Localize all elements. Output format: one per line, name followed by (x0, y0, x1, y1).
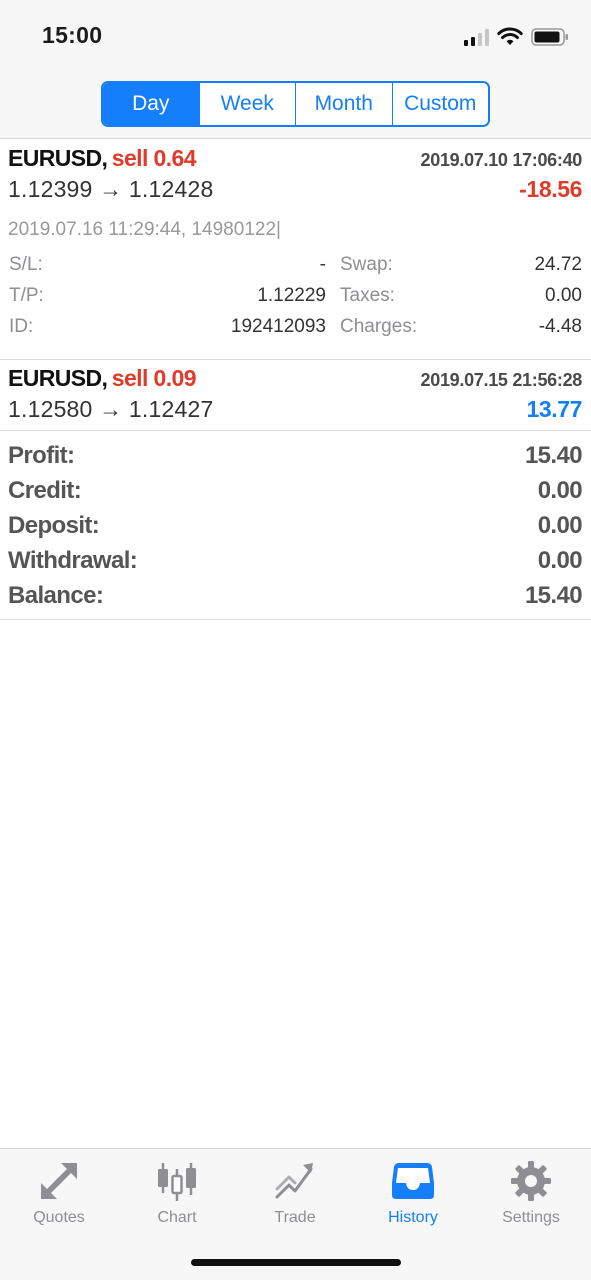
trade-close-row: 2019.07.16 11:29:44, 14980122| (8, 219, 582, 241)
summary-label: Withdrawal: (8, 547, 138, 574)
sl-label: S/L: (9, 254, 43, 275)
segment-custom[interactable]: Custom (391, 83, 489, 125)
trade-row[interactable]: EURUSD, sell 0.64 2019.07.10 17:06:40 1.… (0, 140, 591, 360)
charges-value: -4.48 (538, 316, 582, 337)
taxes-value: 0.00 (545, 285, 582, 306)
trade-side: sell 0.09 (111, 365, 197, 391)
sl-value: - (319, 254, 326, 275)
trade-profit: -18.56 (519, 176, 582, 202)
summary-value: 15.40 (524, 442, 583, 469)
tab-trade[interactable]: Trade (236, 1159, 354, 1227)
trade-header: EURUSD, sell 0.64 2019.07.10 17:06:40 (8, 145, 582, 172)
trade-open-time: 2019.07.15 21:56:28 (420, 370, 583, 390)
trade-icon (275, 1163, 313, 1199)
tab-label: Chart (157, 1209, 197, 1226)
history-icon (392, 1163, 434, 1199)
trade-profit: 13.77 (526, 396, 582, 422)
trade-price-row: 1.12580 → 1.12427 13.77 (8, 396, 582, 423)
tab-chart[interactable]: Chart (118, 1159, 236, 1227)
tab-history[interactable]: History (354, 1159, 472, 1227)
summary-balance: Balance: 15.40 (8, 582, 583, 610)
settings-icon (511, 1161, 551, 1201)
trade-header: EURUSD, sell 0.09 2019.07.15 21:56:28 (8, 365, 582, 392)
id-value: 192412093 (230, 316, 326, 337)
quotes-icon (41, 1163, 77, 1199)
tab-quotes[interactable]: Quotes (0, 1159, 118, 1227)
tab-label: Settings (502, 1209, 560, 1226)
summary-label: Balance: (8, 582, 104, 609)
tab-label: History (388, 1209, 438, 1226)
trade-detail-row-3: ID: 192412093 Charges: -4.48 (9, 316, 582, 338)
trade-detail-row-1: S/L: - Swap: 24.72 (9, 254, 582, 276)
tp-value: 1.12229 (257, 285, 326, 306)
trade-prices: 1.12580 → 1.12427 (8, 396, 214, 422)
summary-label: Profit: (8, 442, 75, 469)
period-segmented-control: Day Week Month Custom (101, 81, 490, 127)
swap-value: 24.72 (534, 254, 582, 275)
trade-symbol: EURUSD, (8, 145, 108, 171)
trade-close-info: 2019.07.16 11:29:44, 14980122| (8, 219, 281, 240)
tab-label: Trade (274, 1209, 316, 1226)
battery-icon (531, 28, 568, 46)
summary-value: 15.40 (524, 582, 583, 609)
trade-symbol: EURUSD, (8, 365, 108, 391)
id-label: ID: (9, 316, 34, 337)
trade-price-row: 1.12399 → 1.12428 -18.56 (8, 176, 582, 203)
summary-withdrawal: Withdrawal: 0.00 (8, 547, 583, 575)
header-area: 15:00 Day Week Month Custom (0, 0, 591, 139)
cellular-signal-icon (464, 28, 489, 46)
wifi-icon (497, 27, 523, 45)
summary-deposit: Deposit: 0.00 (8, 512, 583, 540)
summary-credit: Credit: 0.00 (8, 477, 583, 505)
segment-day[interactable]: Day (103, 83, 199, 125)
trade-row[interactable]: EURUSD, sell 0.09 2019.07.15 21:56:28 1.… (0, 360, 591, 431)
status-icons (464, 26, 569, 48)
charges-label: Charges: (340, 316, 418, 337)
summary-value: 0.00 (537, 512, 583, 539)
tab-settings[interactable]: Settings (472, 1159, 590, 1227)
trade-open-time: 2019.07.10 17:06:40 (420, 150, 583, 170)
taxes-label: Taxes: (340, 285, 395, 306)
summary-label: Credit: (8, 477, 82, 504)
trade-detail-row-2: T/P: 1.12229 Taxes: 0.00 (9, 285, 582, 307)
summary-label: Deposit: (8, 512, 100, 539)
account-summary: Profit: 15.40 Credit: 0.00 Deposit: 0.00… (0, 431, 591, 620)
trade-side: sell 0.64 (111, 145, 197, 171)
swap-label: Swap: (340, 254, 393, 275)
trade-prices: 1.12399 → 1.12428 (8, 176, 214, 202)
summary-value: 0.00 (537, 547, 583, 574)
segment-month[interactable]: Month (295, 83, 392, 125)
status-time: 15:00 (42, 22, 103, 48)
summary-value: 0.00 (537, 477, 583, 504)
chart-icon (158, 1163, 196, 1201)
tab-label: Quotes (33, 1209, 85, 1226)
segment-week[interactable]: Week (198, 83, 296, 125)
tp-label: T/P: (9, 285, 44, 306)
summary-profit: Profit: 15.40 (8, 442, 583, 470)
home-indicator[interactable] (191, 1259, 401, 1266)
